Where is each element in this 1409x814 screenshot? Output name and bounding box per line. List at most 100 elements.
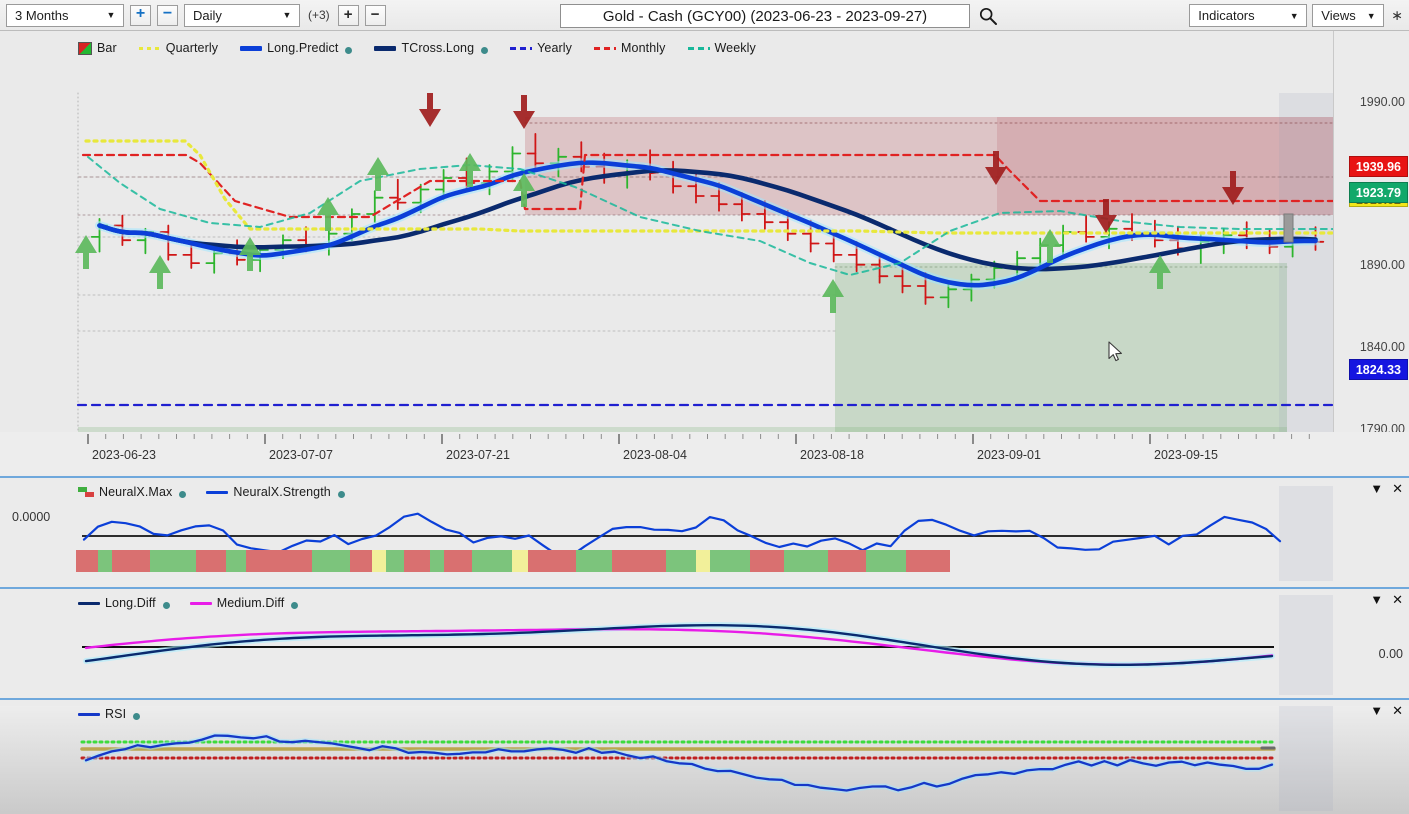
date-tick-marks: [87, 434, 1310, 444]
price-tag[interactable]: 1939.96: [1348, 156, 1408, 177]
interval-value: Daily: [193, 7, 222, 23]
price-chart-legend: Bar Quarterly Long.Predict TCross.Long Y…: [78, 38, 756, 58]
price-axis[interactable]: 1990.00 1890.00 1840.00 1790.00 1939.96 1923.…: [1333, 31, 1409, 474]
period-decrease-button[interactable]: −: [157, 4, 178, 26]
legend-item-monthly[interactable]: Monthly: [594, 41, 665, 55]
legend-item-long-diff[interactable]: Long.Diff: [78, 596, 170, 610]
diff-panel-controls: ▼ ✕: [1370, 593, 1403, 606]
period-value: 3 Months: [15, 7, 69, 23]
symbol-input[interactable]: Gold - Cash (GCY00) (2023-06-23 - 2023-0…: [560, 4, 970, 28]
bar-increase-button[interactable]: +: [337, 4, 359, 26]
indicators-label: Indicators: [1198, 8, 1255, 23]
date-axis-label: 2023-08-04: [623, 448, 687, 462]
long-diff-line-icon: [78, 601, 100, 605]
monthly-line-icon: [594, 46, 617, 50]
legend-label: RSI: [105, 707, 127, 721]
legend-config-icon[interactable]: [162, 602, 170, 609]
legend-config-icon[interactable]: [481, 47, 489, 54]
rsi-line-icon: [78, 712, 100, 716]
close-icon[interactable]: ✕: [1392, 482, 1403, 495]
legend-item-bar[interactable]: Bar: [78, 41, 117, 55]
price-axis-tick: 1890.00: [1359, 258, 1405, 273]
price-tag[interactable]: 1824.33: [1348, 359, 1408, 380]
legend-item-yearly[interactable]: Yearly: [510, 41, 572, 55]
neuralx-panel-controls: ▼ ✕: [1370, 482, 1403, 495]
neuralx-legend: NeuralX.Max NeuralX.Strength: [78, 483, 345, 501]
legend-config-icon[interactable]: [345, 47, 353, 54]
date-axis-label: 2023-07-21: [446, 448, 510, 462]
date-axis-label: 2023-09-15: [1154, 448, 1218, 462]
legend-config-icon[interactable]: [337, 491, 345, 498]
chevron-down-icon: ▼: [1366, 10, 1376, 21]
diff-legend: Long.Diff Medium.Diff: [78, 594, 299, 612]
chevron-down-icon: ▼: [282, 10, 292, 20]
legend-label: Long.Predict: [267, 41, 339, 55]
medium-diff-line-icon: [189, 601, 212, 605]
yearly-line-icon: [510, 46, 533, 50]
views-dropdown[interactable]: Views ▼: [1312, 4, 1385, 27]
neuralx-max-swatch-icon: [78, 486, 94, 498]
bar-count-label: (+3): [308, 8, 330, 22]
period-dropdown[interactable]: 3 Months ▼: [6, 3, 124, 27]
chevron-down-icon[interactable]: ▼: [1370, 482, 1383, 495]
top-toolbar: 3 Months ▼ + − Daily ▼ (+3) + − Gold - C…: [0, 0, 1409, 31]
legend-item-long-predict[interactable]: Long.Predict: [240, 41, 353, 55]
symbol-search-group: Gold - Cash (GCY00) (2023-06-23 - 2023-0…: [560, 4, 998, 28]
chevron-down-icon: ▼: [1289, 10, 1299, 21]
rsi-panel[interactable]: RSI ▼ ✕ 50.0 0.0: [0, 698, 1409, 814]
legend-item-medium-diff[interactable]: Medium.Diff: [189, 596, 299, 610]
price-chart-panel[interactable]: Bar Quarterly Long.Predict TCross.Long Y…: [0, 31, 1409, 474]
price-axis-tick: 1840.00: [1359, 340, 1405, 355]
chevron-down-icon[interactable]: ▼: [1370, 704, 1383, 717]
period-increase-button[interactable]: +: [130, 4, 151, 26]
close-icon[interactable]: ✕: [1392, 593, 1403, 606]
date-axis-label: 2023-09-01: [977, 448, 1041, 462]
quarterly-line-icon: [138, 46, 161, 50]
legend-item-neuralx-strength[interactable]: NeuralX.Strength: [206, 485, 345, 499]
legend-label: Bar: [97, 41, 117, 55]
rsi-panel-controls: ▼ ✕: [1370, 704, 1403, 717]
legend-label: Quarterly: [165, 41, 219, 55]
legend-label: Long.Diff: [105, 596, 156, 610]
legend-label: Yearly: [537, 41, 573, 55]
bar-swatch-icon: [78, 41, 92, 55]
legend-label: TCross.Long: [401, 41, 475, 55]
tcross-long-line-icon: [374, 45, 397, 51]
legend-label: NeuralX.Max: [99, 485, 173, 499]
chart-application-window: 3 Months ▼ + − Daily ▼ (+3) + − Gold - C…: [0, 0, 1409, 814]
indicators-dropdown[interactable]: Indicators ▼: [1189, 4, 1308, 27]
neuralx-strength-line-icon: [206, 490, 229, 494]
rsi-plot: [0, 706, 1409, 814]
views-label: Views: [1321, 8, 1356, 23]
legend-config-icon[interactable]: [179, 491, 187, 498]
legend-label: Weekly: [714, 41, 756, 55]
bar-decrease-button[interactable]: −: [364, 4, 386, 26]
price-axis-tick: 1990.00: [1359, 94, 1405, 109]
legend-item-quarterly[interactable]: Quarterly: [138, 41, 219, 55]
toolbar-right-group: Indicators ▼ Views ▼ ∗: [1189, 4, 1405, 27]
rsi-legend: RSI: [78, 705, 141, 723]
legend-label: Medium.Diff: [216, 596, 285, 610]
weekly-line-icon: [687, 46, 710, 50]
close-icon[interactable]: ✕: [1392, 704, 1403, 717]
legend-item-neuralx-max[interactable]: NeuralX.Max: [78, 485, 187, 499]
search-icon[interactable]: [978, 6, 998, 26]
legend-label: Monthly: [621, 41, 666, 55]
chevron-down-icon[interactable]: ▼: [1370, 593, 1383, 606]
interval-dropdown[interactable]: Daily ▼: [184, 3, 300, 27]
favorite-star-icon[interactable]: ∗: [1389, 7, 1405, 24]
price-tag[interactable]: 1923.79: [1348, 182, 1408, 203]
legend-item-weekly[interactable]: Weekly: [687, 41, 756, 55]
legend-item-tcross-long[interactable]: TCross.Long: [374, 41, 489, 55]
long-predict-line-icon: [240, 45, 263, 51]
date-axis-label: 2023-07-07: [269, 448, 333, 462]
neuralx-panel[interactable]: NeuralX.Max NeuralX.Strength ▼ ✕ 0.0000: [0, 476, 1409, 587]
legend-item-rsi[interactable]: RSI: [78, 707, 141, 721]
legend-config-icon[interactable]: [291, 602, 299, 609]
price-plot: [75, 92, 1335, 462]
chevron-down-icon: ▼: [106, 10, 116, 20]
legend-config-icon[interactable]: [133, 713, 141, 720]
diff-panel[interactable]: Long.Diff Medium.Diff ▼ ✕ 0.00: [0, 587, 1409, 698]
date-axis-label: 2023-06-23: [92, 448, 156, 462]
legend-label: NeuralX.Strength: [233, 485, 331, 499]
